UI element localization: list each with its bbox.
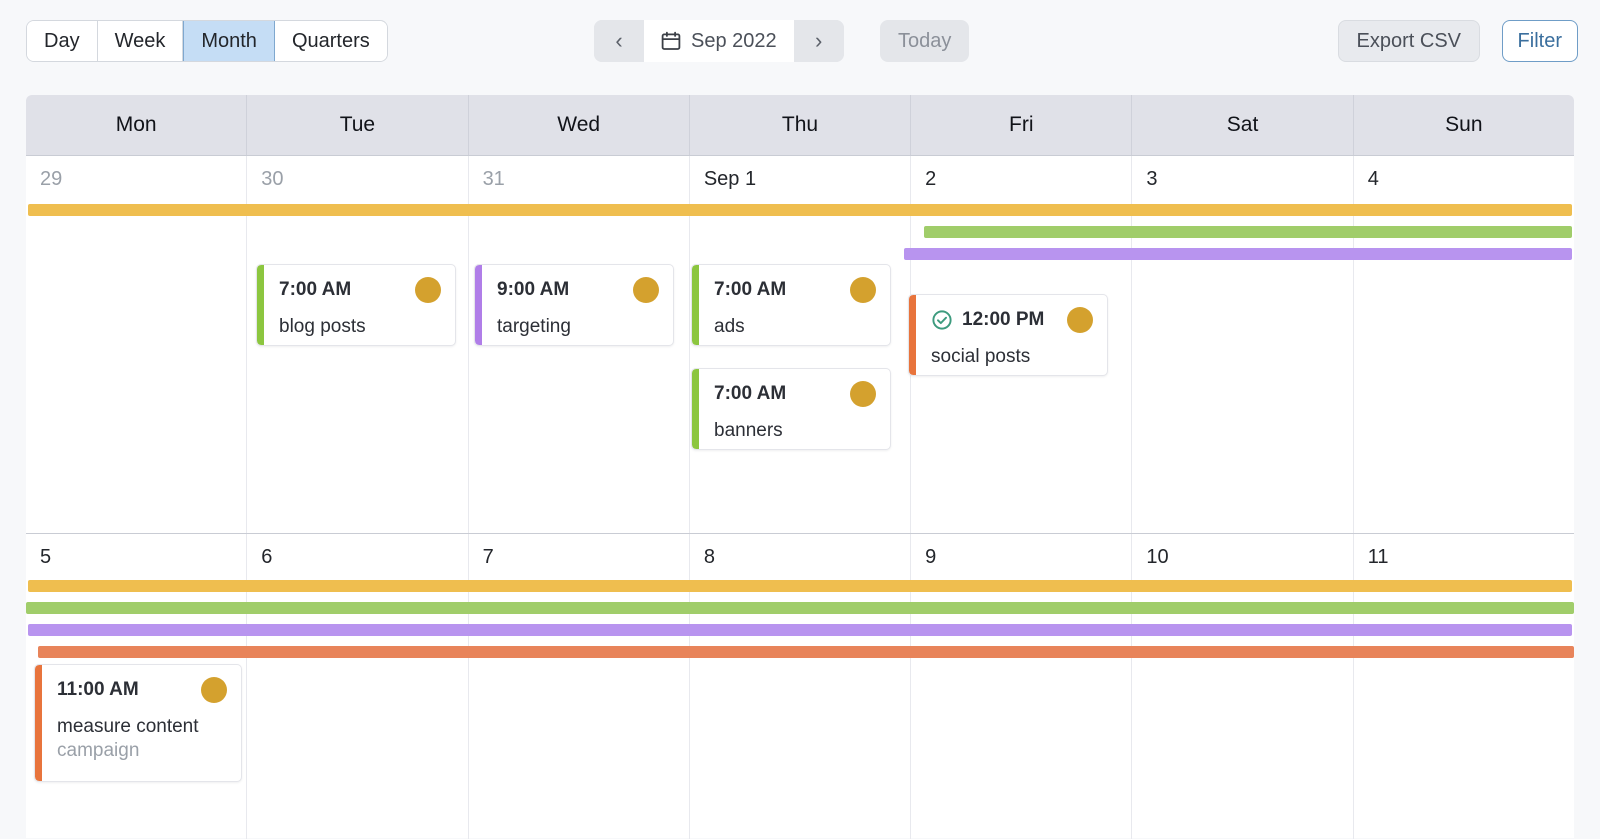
calendar-icon	[661, 31, 681, 51]
day-number: 4	[1368, 168, 1379, 191]
today-button[interactable]: Today	[880, 20, 969, 62]
multi-day-event-bar[interactable]	[26, 602, 1574, 614]
event-title: ads	[714, 315, 876, 339]
period-navigator: ‹ Sep 2022 ›	[594, 20, 844, 62]
weekday-header-sat: Sat	[1132, 95, 1353, 155]
day-number: Sep 1	[704, 168, 756, 191]
weekday-header-fri: Fri	[911, 95, 1132, 155]
day-number: 11	[1368, 546, 1389, 569]
calendar-app: Day Week Month Quarters ‹ Sep 2022 › Tod…	[0, 0, 1600, 837]
event-card[interactable]: 7:00 AM banners	[691, 368, 891, 450]
day-number: 10	[1146, 546, 1168, 569]
day-number: 8	[704, 546, 715, 569]
assignee-avatar[interactable]	[850, 381, 876, 407]
check-circle-icon	[931, 309, 953, 331]
event-time: 11:00 AM	[57, 679, 139, 701]
event-title: social posts	[931, 345, 1093, 369]
multi-day-event-bar[interactable]	[28, 580, 1572, 592]
view-option-month[interactable]: Month	[183, 21, 275, 61]
event-card[interactable]: 12:00 PM social posts	[908, 294, 1108, 376]
event-category-stripe	[35, 665, 42, 781]
event-time: 7:00 AM	[279, 279, 351, 301]
multi-day-event-bar[interactable]	[28, 624, 1572, 636]
event-time: 12:00 PM	[962, 309, 1044, 331]
event-category-stripe	[692, 369, 699, 449]
day-number: 2	[925, 168, 936, 191]
day-number: 30	[261, 168, 283, 191]
event-title: measure content	[57, 715, 227, 739]
weekday-header-wed: Wed	[469, 95, 690, 155]
event-time: 7:00 AM	[714, 383, 786, 405]
event-title: banners	[714, 419, 876, 443]
event-category-stripe	[909, 295, 916, 375]
day-number: 9	[925, 546, 936, 569]
event-card[interactable]: 7:00 AM blog posts	[256, 264, 456, 346]
view-switcher[interactable]: Day Week Month Quarters	[26, 20, 388, 62]
week-row: 5 6 7 8 9 10 11 11:00 AM measure contentcampaig…	[26, 533, 1574, 839]
day-number: 31	[483, 168, 505, 191]
event-title: blog posts	[279, 315, 441, 339]
day-number: 3	[1146, 168, 1157, 191]
export-csv-button[interactable]: Export CSV	[1338, 20, 1480, 62]
event-title: targeting	[497, 315, 659, 339]
weekday-header-mon: Mon	[26, 95, 247, 155]
next-period-button[interactable]: ›	[794, 20, 844, 62]
assignee-avatar[interactable]	[201, 677, 227, 703]
view-option-week[interactable]: Week	[98, 21, 184, 61]
event-card[interactable]: 11:00 AM measure contentcampaign	[34, 664, 242, 782]
multi-day-event-bar[interactable]	[924, 226, 1572, 238]
event-category-stripe	[692, 265, 699, 345]
view-option-quarters[interactable]: Quarters	[275, 21, 387, 61]
event-subtitle: campaign	[57, 739, 227, 763]
weekday-header-tue: Tue	[247, 95, 468, 155]
previous-period-button[interactable]: ‹	[594, 20, 644, 62]
day-number: 29	[40, 168, 62, 191]
assignee-avatar[interactable]	[633, 277, 659, 303]
multi-day-event-bar[interactable]	[904, 248, 1572, 260]
assignee-avatar[interactable]	[1067, 307, 1093, 333]
calendar-body: 29 30 31 Sep 1 2 3 4 7:00 AM blog posts 9:00 AM t…	[26, 155, 1574, 838]
weekday-header-sun: Sun	[1354, 95, 1574, 155]
event-card[interactable]: 9:00 AM targeting	[474, 264, 674, 346]
event-time: 7:00 AM	[714, 279, 786, 301]
calendar-grid: Mon Tue Wed Thu Fri Sat Sun 293031Sep 12…	[26, 95, 1574, 837]
period-picker[interactable]: Sep 2022	[644, 20, 794, 62]
event-category-stripe	[257, 265, 264, 345]
weekday-header-thu: Thu	[690, 95, 911, 155]
week-row: 29 30 31 Sep 1 2 3 4 7:00 AM blog posts 9:00 AM t…	[26, 156, 1574, 533]
event-category-stripe	[475, 265, 482, 345]
weekday-header-row: Mon Tue Wed Thu Fri Sat Sun	[26, 95, 1574, 155]
day-number: 7	[483, 546, 494, 569]
multi-day-event-bar[interactable]	[38, 646, 1574, 658]
assignee-avatar[interactable]	[415, 277, 441, 303]
multi-day-event-bar[interactable]	[28, 204, 1572, 216]
filter-button[interactable]: Filter	[1502, 20, 1578, 62]
day-number: 5	[40, 546, 51, 569]
toolbar: Day Week Month Quarters ‹ Sep 2022 › Tod…	[0, 0, 1600, 82]
assignee-avatar[interactable]	[850, 277, 876, 303]
event-card[interactable]: 7:00 AM ads	[691, 264, 891, 346]
day-number: 6	[261, 546, 272, 569]
period-label: Sep 2022	[691, 30, 777, 53]
event-time: 9:00 AM	[497, 279, 569, 301]
view-option-day[interactable]: Day	[27, 21, 98, 61]
